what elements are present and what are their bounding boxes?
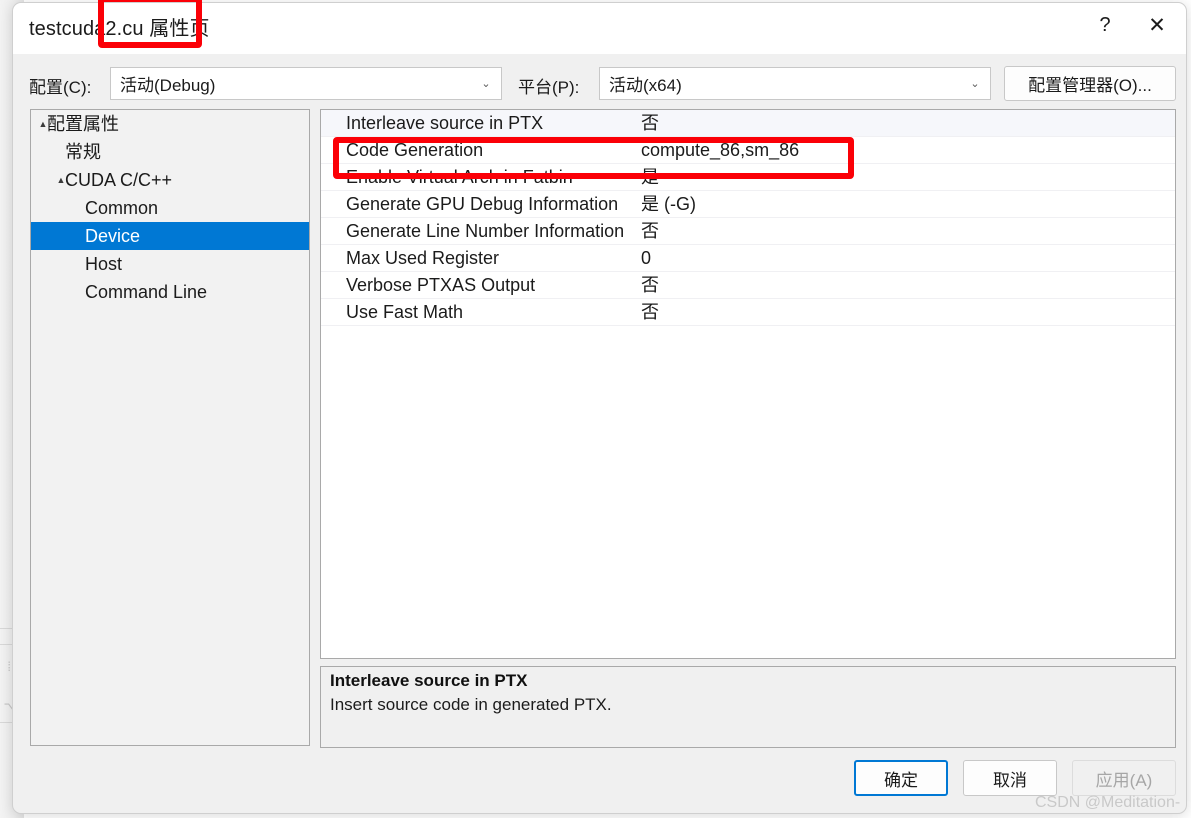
tree-item-[interactable]: 常规 — [31, 138, 309, 166]
property-grid[interactable]: Interleave source in PTX 否 Code Generation… — [320, 109, 1176, 659]
title-bar: testcuda2.cu 属性页 ? ✕ — [13, 3, 1186, 54]
tree-item-label: 配置属性 — [47, 114, 119, 134]
property-pages-dialog: testcuda2.cu 属性页 ? ✕ 配置(C): 活动(Debug) ⌄ … — [12, 2, 1187, 814]
property-name: Max Used Register — [346, 248, 500, 268]
configuration-tree[interactable]: ▲ 配置属性常规 ▲ CUDA C/C++ Common Device Host Comman… — [30, 109, 310, 746]
help-icon[interactable]: ? — [1082, 3, 1128, 47]
watermark: CSDN @Meditation- — [1035, 794, 1181, 811]
property-row[interactable]: Generate GPU Debug Information 是 (-G) — [321, 191, 1175, 218]
configuration-manager-button[interactable]: 配置管理器(O)... — [1004, 66, 1176, 101]
property-value[interactable]: 是 (-G) — [641, 191, 1169, 218]
tree-item-label: Device — [85, 226, 141, 246]
property-value[interactable]: 否 — [641, 218, 1169, 245]
property-value[interactable]: 0 — [641, 245, 1169, 272]
tree-item-label: Common — [85, 198, 159, 218]
description-panel: Interleave source in PTX Insert source c… — [320, 666, 1176, 748]
property-value[interactable]: 是 — [641, 164, 1169, 191]
close-icon[interactable]: ✕ — [1134, 3, 1180, 47]
property-name: Interleave source in PTX — [346, 113, 544, 133]
tree-item-label: CUDA C/C++ — [65, 170, 173, 190]
tree-item-[interactable]: ▲ 配置属性 — [31, 110, 309, 138]
property-name: Generate Line Number Information — [346, 221, 625, 241]
property-value[interactable]: compute_86,sm_86 — [641, 137, 1169, 164]
property-row[interactable]: Use Fast Math 否 — [321, 299, 1175, 326]
chevron-down-icon: ⌄ — [970, 78, 980, 90]
configuration-dropdown[interactable]: 活动(Debug) ⌄ — [110, 67, 502, 100]
property-name: Generate GPU Debug Information — [346, 194, 619, 214]
platform-value: 活动(x64) — [609, 76, 682, 95]
tree-item-label: 常规 — [65, 142, 101, 162]
dialog-title: testcuda2.cu 属性页 — [29, 18, 210, 40]
chevron-down-icon: ⌄ — [481, 78, 491, 90]
property-value[interactable]: 否 — [641, 299, 1169, 326]
property-name: Use Fast Math — [346, 302, 464, 322]
property-name: Enable Virtual Arch in Fatbin — [346, 167, 573, 187]
tree-item-label: Host — [85, 254, 123, 274]
property-row[interactable]: Interleave source in PTX 否 — [321, 110, 1175, 137]
tree-item-device[interactable]: Device — [31, 222, 309, 250]
property-name: Code Generation — [346, 140, 484, 160]
property-row[interactable]: Code Generation compute_86,sm_86 — [321, 137, 1175, 164]
cancel-button[interactable]: 取消 — [963, 760, 1057, 796]
tree-item-host[interactable]: Host — [31, 250, 309, 278]
configuration-bar: 配置(C): 活动(Debug) ⌄ 平台(P): 活动(x64) ⌄ 配置管理… — [13, 54, 1186, 109]
tree-item-label: Command Line — [85, 282, 208, 302]
platform-dropdown[interactable]: 活动(x64) ⌄ — [599, 67, 991, 100]
configuration-label: 配置(C): — [29, 78, 92, 97]
description-title: Interleave source in PTX — [330, 671, 528, 690]
tree-item-command-line[interactable]: Command Line — [31, 278, 309, 306]
platform-label: 平台(P): — [518, 78, 580, 97]
property-value[interactable]: 否 — [641, 110, 1169, 137]
tree-item-cuda-c-c[interactable]: ▲ CUDA C/C++ — [31, 166, 309, 194]
property-row[interactable]: Enable Virtual Arch in Fatbin 是 — [321, 164, 1175, 191]
property-name: Verbose PTXAS Output — [346, 275, 536, 295]
description-body: Insert source code in generated PTX. — [330, 695, 612, 714]
property-row[interactable]: Generate Line Number Information 否 — [321, 218, 1175, 245]
property-row[interactable]: Verbose PTXAS Output 否 — [321, 272, 1175, 299]
property-row[interactable]: Max Used Register 0 — [321, 245, 1175, 272]
tree-item-common[interactable]: Common — [31, 194, 309, 222]
apply-button: 应用(A) — [1072, 760, 1176, 796]
ok-button[interactable]: 确定 — [854, 760, 948, 796]
configuration-value: 活动(Debug) — [120, 76, 216, 95]
property-value[interactable]: 否 — [641, 272, 1169, 299]
